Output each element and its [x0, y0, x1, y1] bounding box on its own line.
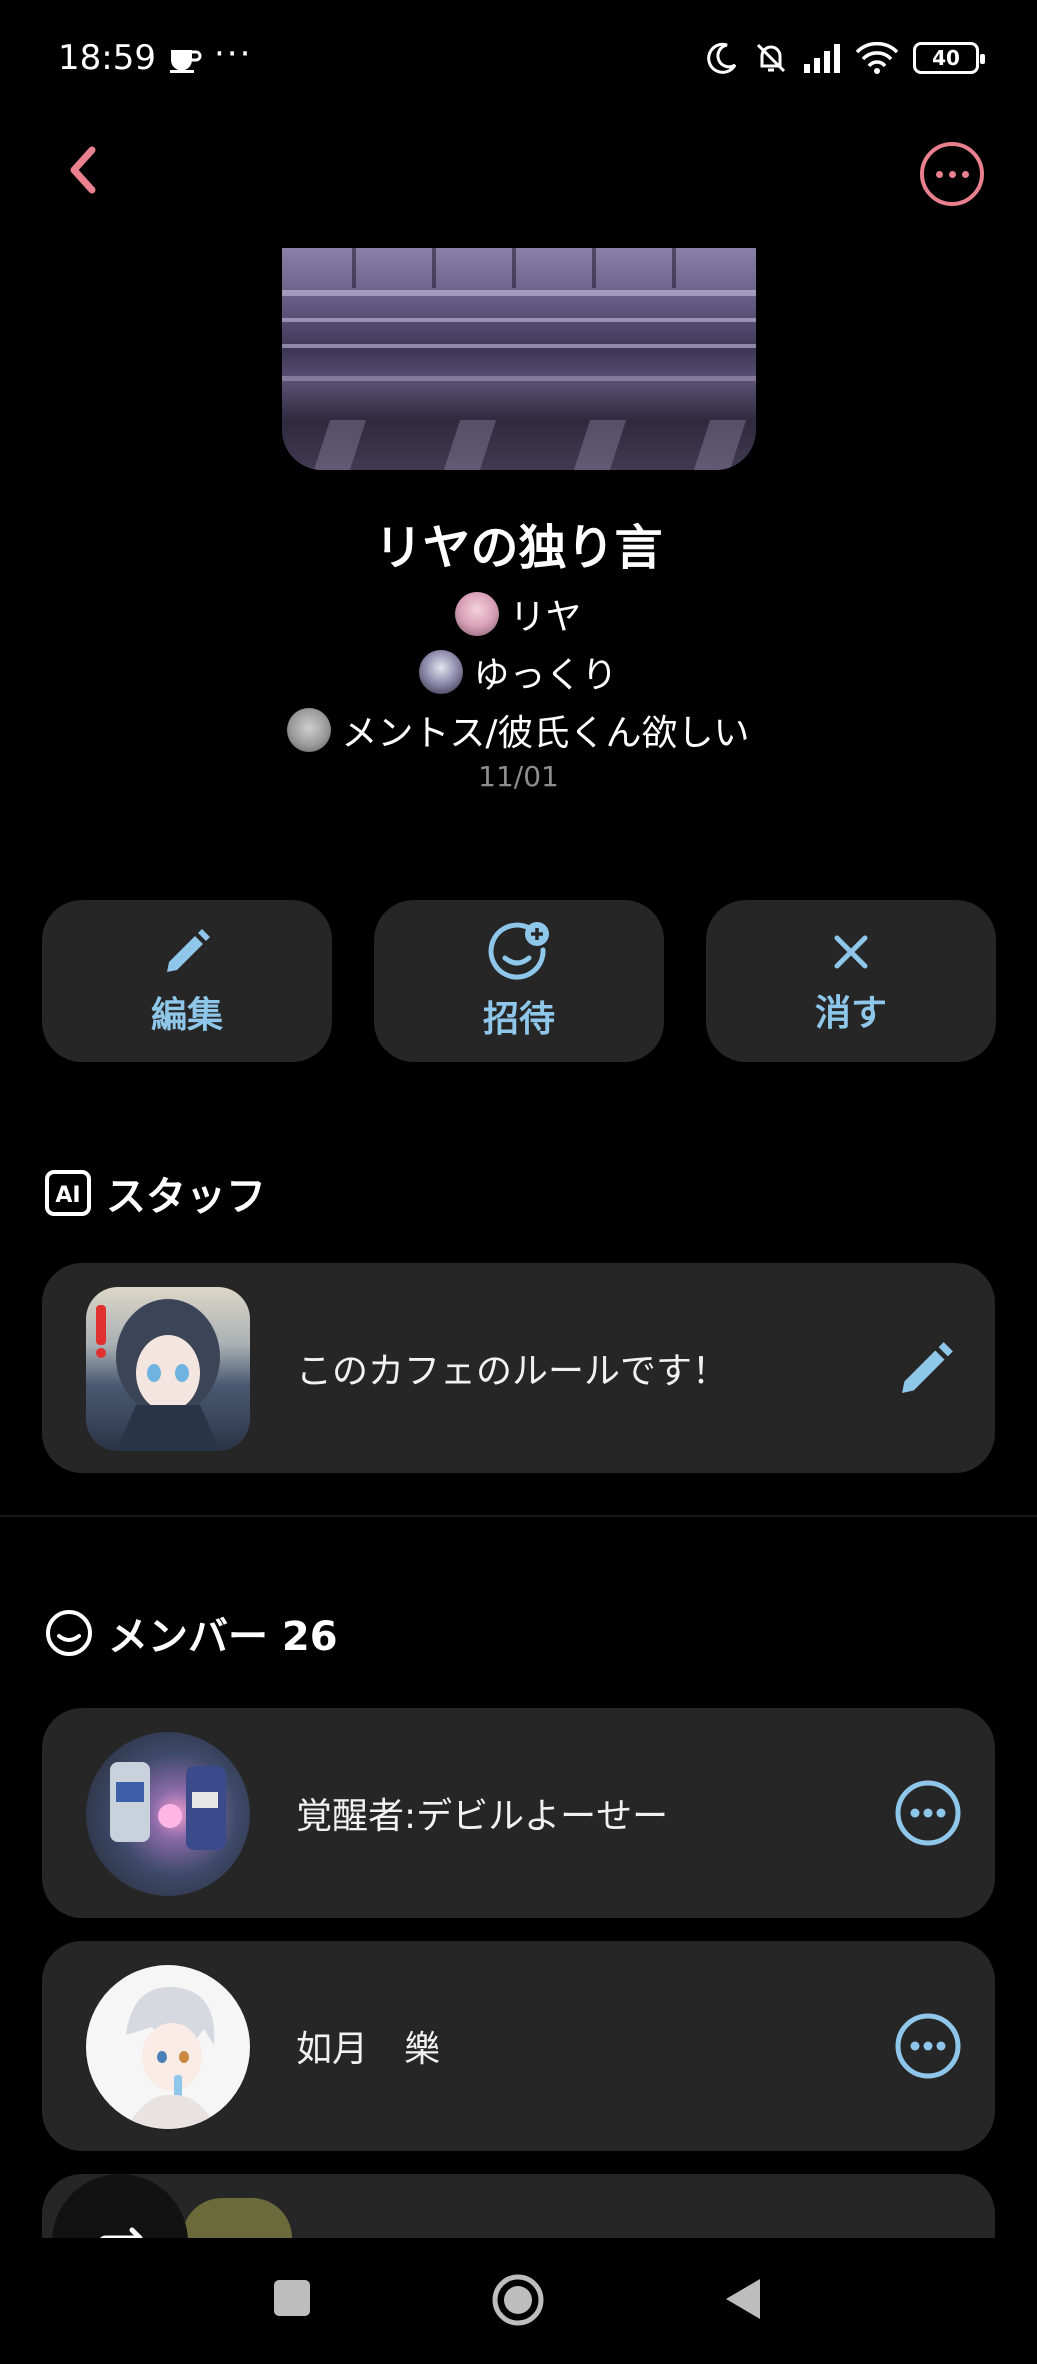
list-item[interactable]: 覚醒者:デビルよーせー: [42, 1708, 995, 1918]
square-recents-icon[interactable]: [272, 2278, 312, 2318]
cafe-title: リヤの独り言: [374, 520, 663, 576]
battery-level: 40: [932, 46, 960, 70]
chevron-left-icon[interactable]: [58, 140, 108, 200]
status-time: 18:59: [58, 38, 156, 78]
avatar: [86, 1732, 250, 1896]
owner-name: ゆっくり: [473, 655, 618, 696]
member-name: 如月 樂: [296, 2029, 441, 2070]
owner-row[interactable]: ゆっくり: [0, 646, 1037, 698]
system-nav-bar: [0, 2238, 1037, 2364]
section-divider: [0, 1515, 1037, 1517]
more-circle-icon[interactable]: [886, 1771, 970, 1855]
members-title: メンバー 26: [108, 1614, 338, 1660]
circle-home-icon[interactable]: [490, 2272, 546, 2328]
status-icons: 40: [705, 40, 985, 76]
avatar: [287, 708, 332, 752]
members-section-title: メンバー 26: [44, 1604, 338, 1662]
invite-label: 招待: [482, 999, 555, 1040]
more-circle-icon[interactable]: [920, 142, 984, 206]
avatar: [455, 592, 500, 636]
invite-button[interactable]: 招待: [374, 900, 664, 1062]
staff-title: スタッフ: [106, 1174, 266, 1220]
moon-icon: [707, 42, 737, 74]
owner-name: メントス/彼氏くん欲しい: [341, 713, 750, 754]
ai-icon: AI: [45, 1170, 91, 1216]
battery-icon: 40: [913, 42, 985, 74]
close-icon: [834, 935, 868, 969]
cafe-cover-image[interactable]: [282, 248, 756, 470]
avatar: [86, 1965, 250, 2129]
avatar: [182, 2198, 292, 2238]
delete-label: 消す: [814, 993, 887, 1034]
owner-row[interactable]: メントス/彼氏くん欲しい: [0, 704, 1037, 756]
staff-rule-card[interactable]: このカフェのルールです！: [42, 1263, 995, 1473]
staff-section-title: AI スタッフ: [44, 1164, 266, 1222]
status-more-dots: ···: [214, 34, 253, 74]
member-name: 覚醒者:デビルよーせー: [296, 1796, 669, 1837]
bell-off-icon: [756, 43, 786, 73]
avatar: [419, 650, 464, 694]
status-bar: 18:59 ··· 40: [0, 0, 1037, 120]
more-circle-icon[interactable]: [886, 2004, 970, 2088]
edit-label: 編集: [150, 995, 223, 1036]
smile-icon: [46, 1610, 92, 1656]
edit-button[interactable]: 編集: [42, 900, 332, 1062]
staff-rule-text: このカフェのルールです！: [296, 1351, 729, 1392]
invite-smile-plus-icon: [488, 922, 549, 980]
delete-button[interactable]: 消す: [706, 900, 996, 1062]
owner-name: リヤ: [509, 597, 582, 638]
list-item[interactable]: 如月 樂: [42, 1941, 995, 2151]
pencil-icon: [167, 929, 210, 972]
pencil-icon[interactable]: [892, 1333, 962, 1403]
signal-icon: [804, 44, 840, 73]
tea-cup-icon: [170, 50, 202, 73]
cafe-date: 11/01: [478, 760, 559, 793]
svg-text:AI: AI: [55, 1183, 80, 1208]
avatar: [86, 1287, 250, 1451]
owner-row[interactable]: リヤ: [0, 588, 1037, 640]
wifi-icon: [855, 42, 899, 74]
triangle-back-icon[interactable]: [722, 2276, 764, 2322]
